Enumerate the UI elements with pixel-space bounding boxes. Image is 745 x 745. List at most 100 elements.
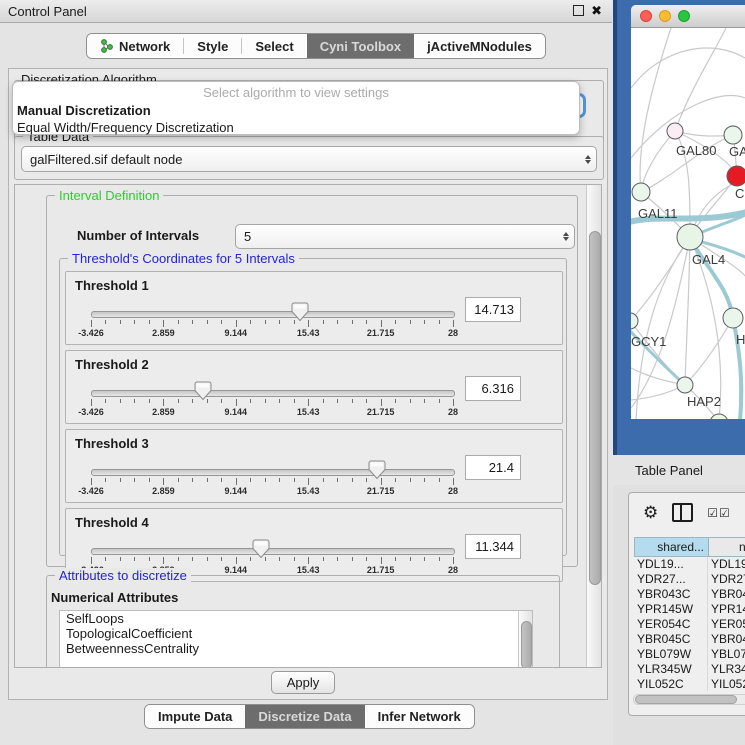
tab-impute-data[interactable]: Impute Data: [145, 705, 245, 728]
threshold-slider-handle[interactable]: [368, 460, 386, 480]
columns-icon[interactable]: [672, 503, 693, 522]
threshold-slider-handle[interactable]: [194, 381, 212, 401]
numerical-attributes-list[interactable]: SelfLoopsTopologicalCoefficientBetweenne…: [59, 610, 533, 668]
network-canvas[interactable]: GAL80GACGAL11GAL4GCY1HHAP2: [631, 28, 745, 419]
network-node-label: C: [735, 186, 744, 201]
table-cell: YBR045C: [634, 632, 708, 647]
threshold-value-field[interactable]: 6.316: [465, 376, 521, 401]
bottom-tabstrip: Impute Data Discretize Data Infer Networ…: [144, 704, 475, 729]
tab-select-label: Select: [255, 39, 293, 54]
attributes-vscrollbar-thumb[interactable]: [521, 621, 532, 668]
threshold-slider-ticks: [91, 478, 457, 486]
threshold-label: Threshold 1: [75, 278, 149, 293]
minimize-traffic-light-icon[interactable]: [659, 10, 671, 22]
close-icon[interactable]: ✖: [591, 4, 602, 17]
tab-impute-data-label: Impute Data: [158, 709, 232, 724]
threshold-value-field[interactable]: 11.344: [465, 534, 521, 559]
network-node[interactable]: [724, 126, 742, 144]
table-cell: YDR27...: [634, 572, 708, 587]
tick-label: 21.715: [367, 407, 395, 417]
threshold-value-field[interactable]: 21.4: [465, 455, 521, 480]
table-row[interactable]: YBL079WYBL079W: [634, 647, 745, 662]
network-node-label: GAL4: [692, 252, 725, 267]
list-item[interactable]: BetweennessCentrality: [60, 641, 532, 656]
threshold-slider-track[interactable]: [91, 390, 455, 397]
threshold-value-field[interactable]: 14.713: [465, 297, 521, 322]
list-item[interactable]: SelfLoops: [60, 611, 532, 626]
tab-network[interactable]: Network: [87, 34, 183, 58]
table-row[interactable]: YIL052CYIL052C: [634, 677, 745, 691]
network-node[interactable]: [727, 166, 745, 186]
data-table: shared... name YDL19...YDL19YDR27...YDR2…: [634, 537, 745, 691]
zoom-traffic-light-icon[interactable]: [678, 10, 690, 22]
threshold-slider-track[interactable]: [91, 469, 455, 476]
table-data-combobox[interactable]: galFiltered.sif default node: [21, 146, 597, 172]
threshold-slider-handle[interactable]: [291, 302, 309, 322]
tick-label: 21.715: [367, 565, 395, 575]
table-cell: YBR043C: [634, 587, 708, 602]
table-header-name[interactable]: name: [709, 538, 745, 556]
table-row[interactable]: YBR045CYBR045C: [634, 632, 745, 647]
algorithm-option-equal-width[interactable]: Equal Width/Frequency Discretization: [13, 119, 579, 136]
table-cell: YLR345W: [634, 662, 708, 677]
table-hscrollbar-thumb[interactable]: [635, 695, 737, 704]
table-row[interactable]: YLR345WYLR345W: [634, 662, 745, 677]
network-node[interactable]: [631, 313, 638, 329]
tab-style[interactable]: Style: [184, 34, 241, 58]
tab-discretize-data[interactable]: Discretize Data: [245, 705, 364, 728]
table-row[interactable]: YPR145WYPR145W: [634, 602, 745, 617]
tick-label: 21.715: [367, 328, 395, 338]
tab-infer-network[interactable]: Infer Network: [365, 705, 474, 728]
threshold-panel: Threshold 2 -3.4262.8599.14415.4321.7152…: [65, 350, 563, 424]
table-cell: YBR043C: [708, 587, 745, 602]
tab-discretize-data-label: Discretize Data: [258, 709, 351, 724]
num-intervals-label: Number of Intervals: [77, 228, 199, 243]
threshold-slider-ticks: [91, 320, 457, 328]
table-row[interactable]: YDR27...YDR27: [634, 572, 745, 587]
algorithm-placeholder-option[interactable]: Select algorithm to view settings: [13, 82, 579, 102]
tab-select[interactable]: Select: [242, 34, 306, 58]
network-node[interactable]: [667, 123, 683, 139]
network-node[interactable]: [677, 224, 703, 250]
table-cell: YBL079W: [708, 647, 745, 662]
network-node[interactable]: [632, 183, 650, 201]
checkbox-icons[interactable]: ☑☑: [707, 506, 731, 520]
gear-icon[interactable]: ⚙: [643, 504, 658, 521]
table-hscrollbar[interactable]: [633, 694, 745, 705]
network-node[interactable]: [677, 377, 693, 393]
table-header-shared[interactable]: shared...: [635, 538, 709, 556]
interval-definition-title: Interval Definition: [55, 188, 163, 203]
close-traffic-light-icon[interactable]: [640, 10, 652, 22]
network-icon: [100, 39, 113, 53]
table-row[interactable]: YDL19...YDL19: [634, 557, 745, 572]
tab-cyni-toolbox-label: Cyni Toolbox: [320, 39, 401, 54]
apply-button[interactable]: Apply: [271, 671, 335, 694]
table-row[interactable]: YBR043CYBR043C: [634, 587, 745, 602]
table-row[interactable]: YER054CYER054C: [634, 617, 745, 632]
settings-vscrollbar[interactable]: [586, 185, 601, 667]
attributes-vscrollbar[interactable]: [518, 611, 532, 668]
settings-scroll-area: Interval Definition Number of Intervals …: [14, 184, 602, 668]
threshold-slider-track[interactable]: [91, 311, 455, 318]
float-window-icon[interactable]: [573, 5, 584, 16]
num-intervals-combobox[interactable]: 5: [235, 224, 575, 249]
control-panel-title: Control Panel: [8, 4, 87, 19]
threshold-slider-handle[interactable]: [252, 539, 270, 559]
tick-label: 28: [448, 407, 458, 417]
tick-label: 21.715: [367, 486, 395, 496]
tick-label: 2.859: [152, 486, 175, 496]
table-cell: YLR345W: [708, 662, 745, 677]
list-item[interactable]: TopologicalCoefficient: [60, 626, 532, 641]
network-node-label: HAP2: [687, 394, 721, 409]
settings-vscrollbar-thumb[interactable]: [589, 231, 601, 585]
algorithm-option-manual[interactable]: Manual Discretization: [13, 102, 579, 119]
tab-cyni-toolbox[interactable]: Cyni Toolbox: [307, 34, 414, 58]
threshold-slider-track[interactable]: [91, 548, 455, 555]
attributes-group: Attributes to discretize Numerical Attri…: [46, 575, 560, 668]
tab-jactivemnodules[interactable]: jActiveMNodules: [414, 34, 545, 58]
table-rows: YDL19...YDL19YDR27...YDR27YBR043CYBR043C…: [634, 557, 745, 691]
tab-jactivemnodules-label: jActiveMNodules: [427, 39, 532, 54]
tick-label: 2.859: [152, 328, 175, 338]
network-node[interactable]: [723, 308, 743, 328]
thresholds-group-title: Threshold's Coordinates for 5 Intervals: [68, 251, 299, 266]
